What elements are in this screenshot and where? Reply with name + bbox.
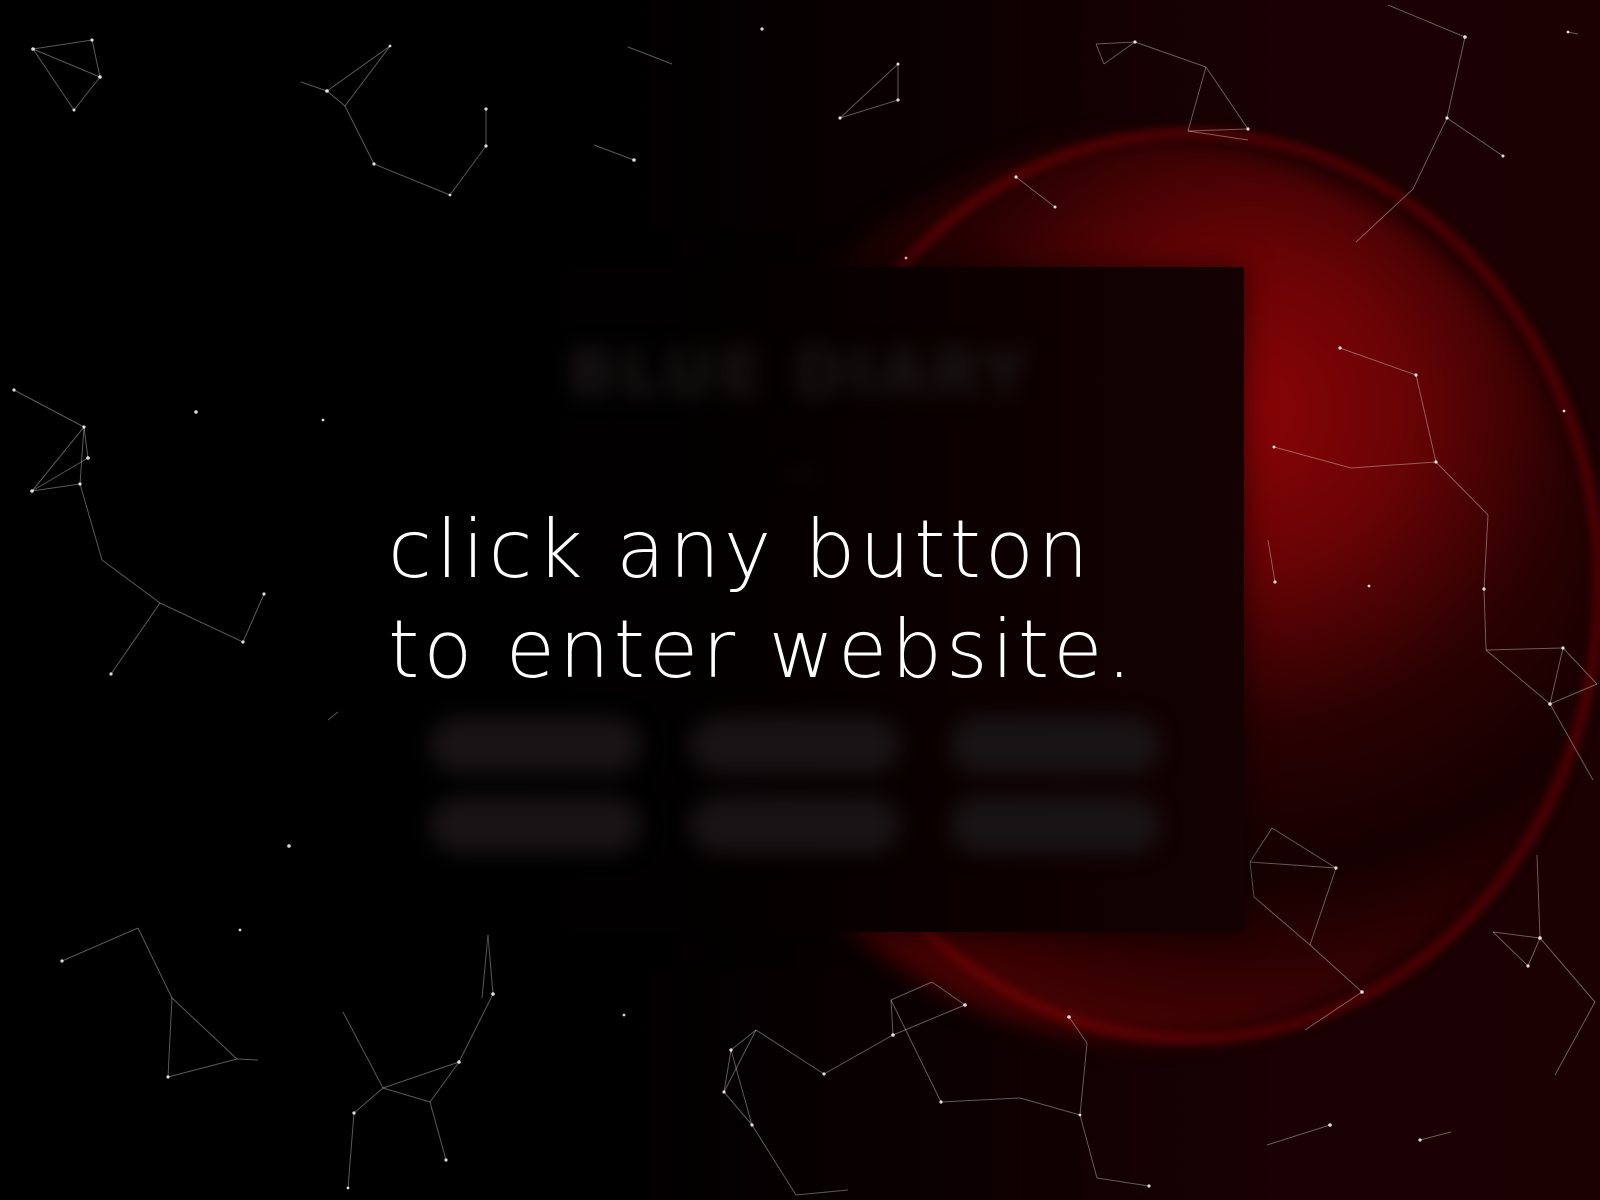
background-subtitle: *** bbox=[783, 467, 817, 492]
background-button bbox=[950, 797, 1160, 853]
background-button bbox=[430, 717, 640, 773]
background-button bbox=[690, 797, 900, 853]
background-button bbox=[430, 797, 640, 853]
enter-prompt-line-1: click any button bbox=[388, 503, 1093, 596]
enter-prompt: click any button to enter website. bbox=[388, 500, 1136, 700]
enter-prompt-line-2: to enter website. bbox=[388, 603, 1136, 696]
background-button bbox=[950, 717, 1160, 773]
background-title: BLUE DIARY bbox=[568, 337, 1032, 411]
background-button bbox=[690, 717, 900, 773]
